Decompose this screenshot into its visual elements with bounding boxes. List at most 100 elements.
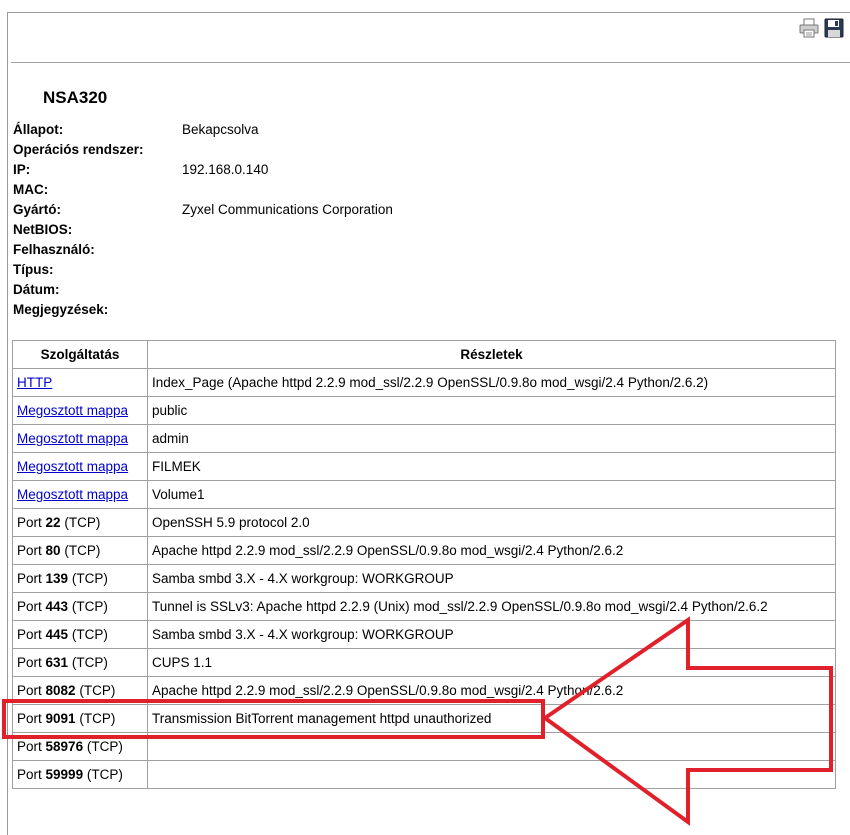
table-header-row: Szolgáltatás Részletek	[12, 340, 836, 369]
details-cell: Volume1	[147, 480, 836, 509]
port-prefix: Port	[17, 683, 42, 698]
header-divider	[11, 62, 850, 63]
service-cell: Megosztott mappa	[12, 424, 148, 453]
table-row: Megosztott mappa public	[12, 396, 836, 425]
table-row: Port 59999 (TCP)	[12, 760, 836, 789]
info-label: MAC:	[13, 182, 49, 197]
info-label: Állapot:	[13, 122, 64, 137]
port-protocol: (TCP)	[64, 543, 101, 558]
info-value: Zyxel Communications Corporation	[182, 202, 393, 217]
service-cell: Port 58976 (TCP)	[12, 732, 148, 761]
details-cell: OpenSSH 5.9 protocol 2.0	[147, 508, 836, 537]
info-label: IP:	[13, 162, 31, 177]
port-number: 80	[45, 543, 61, 558]
port-protocol: (TCP)	[71, 599, 108, 614]
port-prefix: Port	[17, 515, 42, 530]
table-row: Port 445 (TCP) Samba smbd 3.X - 4.X work…	[12, 620, 836, 649]
details-cell: Apache httpd 2.2.9 mod_ssl/2.2.9 OpenSSL…	[147, 536, 836, 565]
service-link-shared-folder[interactable]: Megosztott mappa	[17, 487, 128, 502]
details-cell: admin	[147, 424, 836, 453]
info-label: Operációs rendszer:	[13, 142, 144, 157]
service-cell: Port 22 (TCP)	[12, 508, 148, 537]
service-link-http[interactable]: HTTP	[17, 375, 52, 390]
column-header-service: Szolgáltatás	[12, 340, 148, 369]
info-label: Megjegyzések:	[13, 302, 109, 317]
port-number: 8082	[45, 683, 76, 698]
service-link-shared-folder[interactable]: Megosztott mappa	[17, 459, 128, 474]
service-cell: Megosztott mappa	[12, 480, 148, 509]
port-prefix: Port	[17, 543, 42, 558]
table-row: Megosztott mappa admin	[12, 424, 836, 453]
details-cell: Samba smbd 3.X - 4.X workgroup: WORKGROU…	[147, 620, 836, 649]
port-number: 631	[45, 655, 69, 670]
details-cell: Tunnel is SSLv3: Apache httpd 2.2.9 (Uni…	[147, 592, 836, 621]
port-number: 22	[45, 515, 61, 530]
port-protocol: (TCP)	[71, 655, 108, 670]
details-cell: CUPS 1.1	[147, 648, 836, 677]
floppy-disk-save-icon[interactable]	[823, 17, 845, 39]
service-cell: Megosztott mappa	[12, 396, 148, 425]
details-cell: public	[147, 396, 836, 425]
details-cell: FILMEK	[147, 452, 836, 481]
port-number: 59999	[45, 767, 84, 782]
info-label: Dátum:	[13, 282, 60, 297]
table-row: Megosztott mappa FILMEK	[12, 452, 836, 481]
port-protocol: (TCP)	[86, 767, 123, 782]
port-number: 445	[45, 627, 69, 642]
table-row: Port 80 (TCP) Apache httpd 2.2.9 mod_ssl…	[12, 536, 836, 565]
service-cell: Port 9091 (TCP)	[12, 704, 148, 733]
service-cell: Port 631 (TCP)	[12, 648, 148, 677]
port-protocol: (TCP)	[71, 627, 108, 642]
table-row: Megosztott mappa Volume1	[12, 480, 836, 509]
details-cell: Transmission BitTorrent management httpd…	[147, 704, 836, 733]
port-protocol: (TCP)	[64, 515, 101, 530]
port-prefix: Port	[17, 767, 42, 782]
service-cell: Port 443 (TCP)	[12, 592, 148, 621]
table-row: Port 58976 (TCP)	[12, 732, 836, 761]
table-row: Port 139 (TCP) Samba smbd 3.X - 4.X work…	[12, 564, 836, 593]
service-cell: Port 445 (TCP)	[12, 620, 148, 649]
info-label: Gyártó:	[13, 202, 62, 217]
port-prefix: Port	[17, 655, 42, 670]
port-prefix: Port	[17, 711, 42, 726]
port-prefix: Port	[17, 627, 42, 642]
port-number: 58976	[45, 739, 84, 754]
table-row: Port 631 (TCP) CUPS 1.1	[12, 648, 836, 677]
port-number: 443	[45, 599, 69, 614]
details-cell	[147, 732, 836, 761]
port-protocol: (TCP)	[86, 739, 123, 754]
details-cell: Samba smbd 3.X - 4.X workgroup: WORKGROU…	[147, 564, 836, 593]
details-cell: Index_Page (Apache httpd 2.2.9 mod_ssl/2…	[147, 368, 836, 397]
port-protocol: (TCP)	[79, 683, 116, 698]
port-prefix: Port	[17, 599, 42, 614]
column-header-details: Részletek	[147, 340, 836, 369]
details-cell: Apache httpd 2.2.9 mod_ssl/2.2.9 OpenSSL…	[147, 676, 836, 705]
page-title: NSA320	[43, 88, 108, 107]
printer-icon[interactable]	[798, 17, 820, 39]
service-cell: Port 139 (TCP)	[12, 564, 148, 593]
port-protocol: (TCP)	[71, 571, 108, 586]
info-value: 192.168.0.140	[182, 162, 269, 177]
table-row: HTTP Index_Page (Apache httpd 2.2.9 mod_…	[12, 368, 836, 397]
port-prefix: Port	[17, 739, 42, 754]
info-label: Típus:	[13, 262, 54, 277]
port-number: 139	[45, 571, 69, 586]
window-border-top	[7, 12, 850, 13]
service-cell: Megosztott mappa	[12, 452, 148, 481]
service-link-shared-folder[interactable]: Megosztott mappa	[17, 431, 128, 446]
details-cell	[147, 760, 836, 789]
window-border-left	[7, 12, 8, 835]
table-row-highlighted: Port 9091 (TCP) Transmission BitTorrent …	[12, 704, 836, 733]
port-number: 9091	[45, 711, 76, 726]
table-row: Port 22 (TCP) OpenSSH 5.9 protocol 2.0	[12, 508, 836, 537]
service-cell: Port 8082 (TCP)	[12, 676, 148, 705]
port-prefix: Port	[17, 571, 42, 586]
info-value: Bekapcsolva	[182, 122, 259, 137]
table-row: Port 443 (TCP) Tunnel is SSLv3: Apache h…	[12, 592, 836, 621]
service-cell: HTTP	[12, 368, 148, 397]
service-cell: Port 59999 (TCP)	[12, 760, 148, 789]
service-link-shared-folder[interactable]: Megosztott mappa	[17, 403, 128, 418]
info-label: Felhasználó:	[13, 242, 95, 257]
service-cell: Port 80 (TCP)	[12, 536, 148, 565]
table-row: Port 8082 (TCP) Apache httpd 2.2.9 mod_s…	[12, 676, 836, 705]
